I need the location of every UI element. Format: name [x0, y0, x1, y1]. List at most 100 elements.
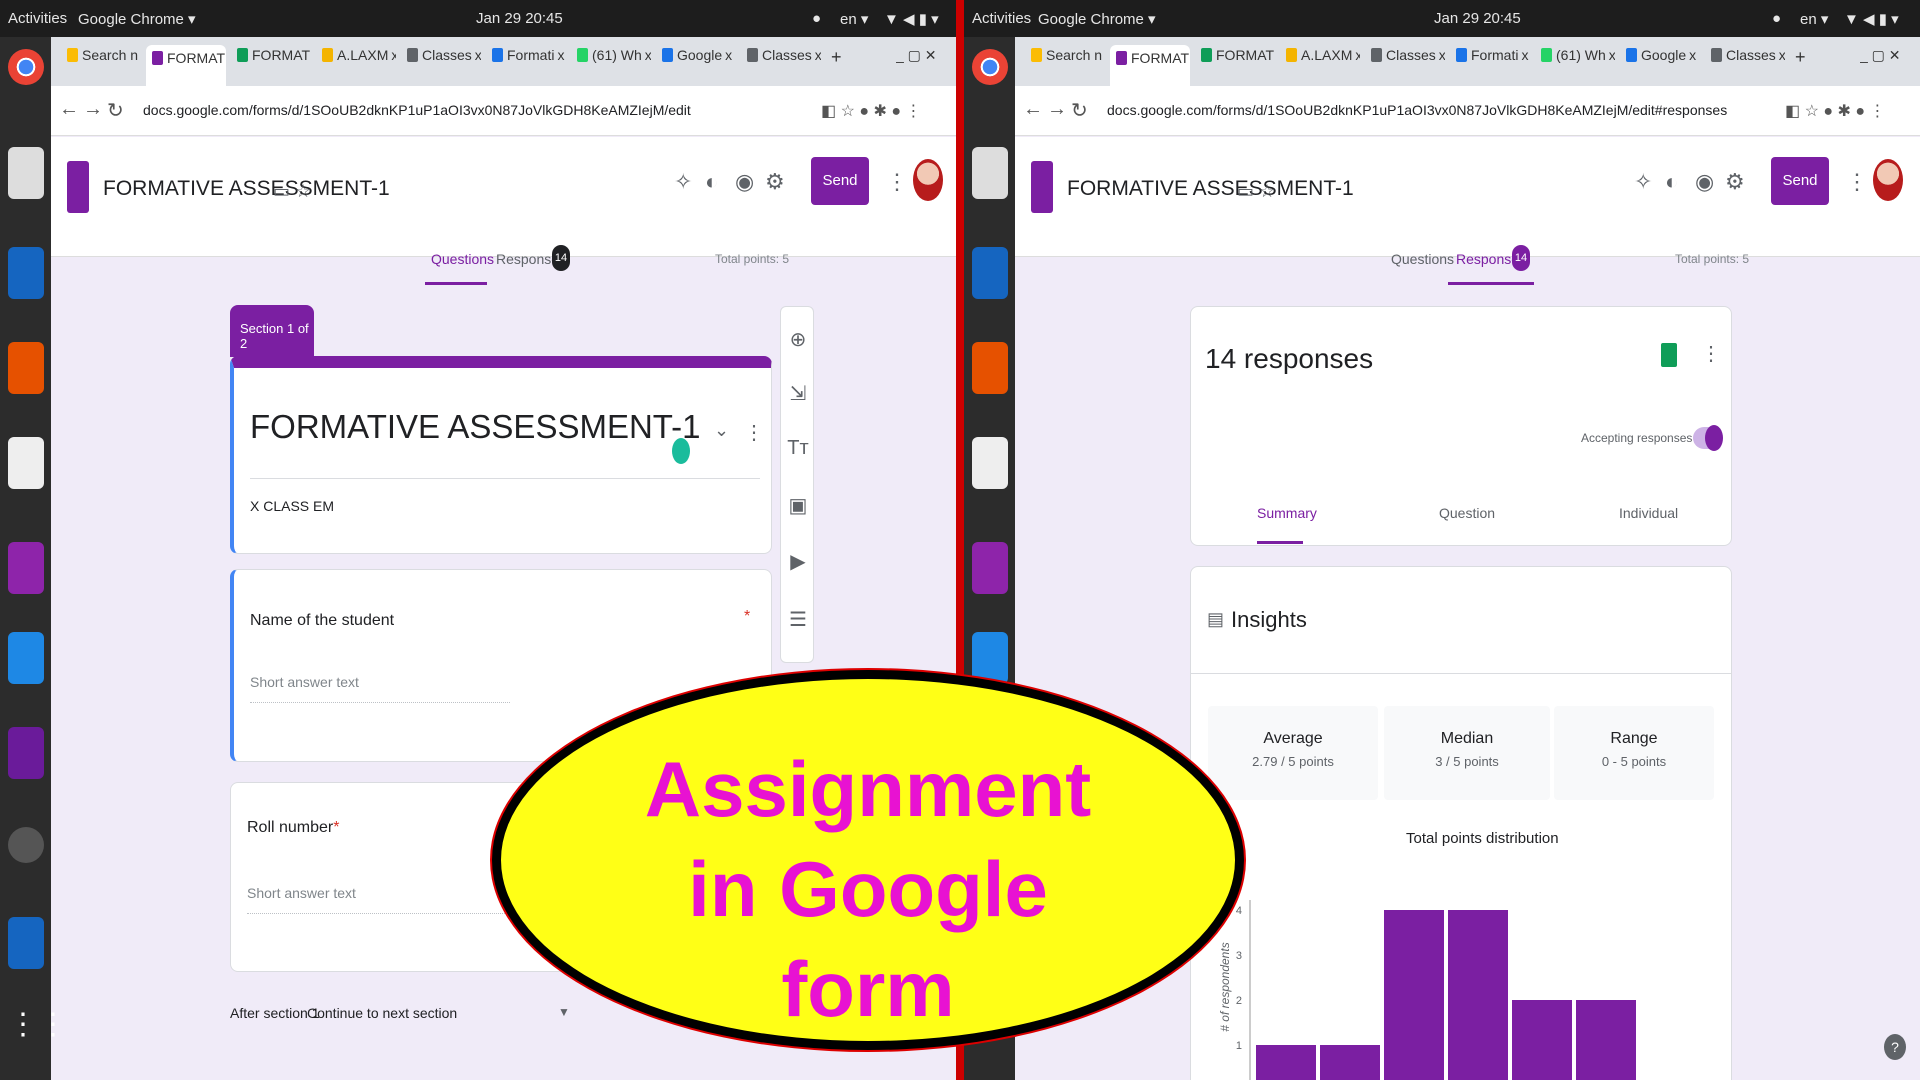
chrome-icon[interactable] [8, 49, 44, 85]
window-controls[interactable]: _ ▢ ✕ [1860, 47, 1920, 77]
folder-star-icons[interactable]: ▭ ☆ [273, 181, 311, 202]
app-menu[interactable]: Google Chrome ▾ [78, 10, 196, 28]
writer-icon[interactable] [972, 247, 1008, 299]
tab-close-icon[interactable]: x [1779, 47, 1785, 63]
chrome-icon[interactable] [972, 49, 1008, 85]
clock[interactable]: Jan 29 20:45 [476, 10, 563, 27]
tab-close-icon[interactable]: x [1689, 47, 1696, 63]
network-icon[interactable]: ● [1772, 10, 1781, 27]
subtab-question[interactable]: Question [1439, 505, 1495, 521]
browser-tab[interactable]: Search nx [1025, 47, 1105, 77]
addon-icon[interactable]: ✧ [674, 169, 692, 195]
accepting-toggle[interactable] [1693, 425, 1723, 451]
collapse-icon[interactable]: ⌄ [714, 420, 729, 441]
add-title-icon[interactable]: Tт [781, 437, 815, 460]
add-video-icon[interactable]: ▶ [781, 549, 815, 574]
browser-tab[interactable]: Classes x [1705, 47, 1785, 77]
clock[interactable]: Jan 29 20:45 [1434, 10, 1521, 27]
reader-icon[interactable] [8, 437, 44, 489]
card-more-icon[interactable]: ⋮ [744, 420, 764, 445]
writer-icon[interactable] [8, 247, 44, 299]
tab-close-icon[interactable]: x [815, 47, 821, 63]
browser-tab[interactable]: (61) Wh x [1535, 47, 1615, 77]
preview-icon[interactable]: ◉ [1695, 169, 1714, 195]
files-icon[interactable] [972, 147, 1008, 199]
browser-tab-active[interactable]: FORMATx [1110, 45, 1190, 86]
extension-icons[interactable]: ◧ ☆ ● ✱ ● ⋮ [821, 101, 921, 121]
browser-tab[interactable]: Classes x [401, 47, 481, 77]
more-menu-icon[interactable]: ⋮ [886, 169, 908, 195]
addon-icon[interactable]: ✧ [1634, 169, 1652, 195]
form-title[interactable]: FORMATIVE ASSESSMENT-1 [103, 177, 390, 201]
tab-close-icon[interactable]: x [391, 47, 396, 63]
question-label[interactable]: Roll number* [247, 819, 340, 837]
settings-icon[interactable]: ⚙ [1725, 169, 1745, 195]
url-field[interactable]: docs.google.com/forms/d/1SOoUB2dknKP1uP1… [1107, 102, 1727, 118]
activities-button[interactable]: Activities [8, 10, 67, 27]
system-status-icons[interactable]: ▼ ◀ ▮ ▾ [884, 10, 939, 28]
video-player-icon[interactable] [972, 542, 1008, 594]
reload-icon[interactable]: ↻ [1071, 98, 1088, 123]
add-image-icon[interactable]: ▣ [781, 493, 815, 518]
preview-icon[interactable]: ◉ [735, 169, 754, 195]
subtab-summary[interactable]: Summary [1257, 505, 1317, 521]
tab-close-icon[interactable]: x [557, 47, 564, 63]
browser-tab[interactable]: Classes x [741, 47, 821, 77]
more-menu-icon[interactable]: ⋮ [1846, 169, 1868, 195]
forward-icon[interactable]: → [83, 98, 103, 121]
tab-close-icon[interactable]: x [1609, 47, 1615, 63]
zoom-icon[interactable] [8, 632, 44, 684]
forms-logo-icon[interactable] [1031, 161, 1053, 213]
tab-close-icon[interactable]: x [1521, 47, 1528, 63]
extension-icons[interactable]: ◧ ☆ ● ✱ ● ⋮ [1785, 101, 1885, 121]
network-icon[interactable]: ● [812, 10, 821, 27]
help-icon[interactable]: ? [1884, 1034, 1906, 1060]
browser-tab[interactable]: A.LAXM x [316, 47, 396, 77]
browser-tab[interactable]: Formati x [1450, 47, 1530, 77]
zoom-icon[interactable] [972, 632, 1008, 684]
browser-tab[interactable]: Classes x [1365, 47, 1445, 77]
transfer-icon[interactable] [8, 917, 44, 969]
avatar[interactable] [913, 159, 943, 201]
software-store-icon[interactable] [8, 827, 44, 863]
grammarly-icon[interactable] [672, 438, 690, 464]
files-icon[interactable] [8, 147, 44, 199]
app-menu[interactable]: Google Chrome ▾ [1038, 10, 1156, 28]
browser-tab[interactable]: FORMATx [1195, 47, 1275, 77]
add-section-icon[interactable]: ☰ [781, 607, 815, 632]
forms-logo-icon[interactable] [67, 161, 89, 213]
impress-icon[interactable] [972, 342, 1008, 394]
app-grid-icon[interactable]: ⋮⋮ [8, 1007, 68, 1059]
reader-icon[interactable] [972, 437, 1008, 489]
tab-close-icon[interactable]: x [1439, 47, 1445, 63]
subtab-individual[interactable]: Individual [1619, 505, 1678, 521]
reload-icon[interactable]: ↻ [107, 98, 124, 123]
new-tab-button[interactable]: + [831, 47, 851, 77]
add-question-icon[interactable]: ⊕ [781, 327, 815, 352]
browser-tab[interactable]: (61) Wh x [571, 47, 651, 77]
avatar[interactable] [1873, 159, 1903, 201]
video-player-icon[interactable] [8, 542, 44, 594]
sheets-link-icon[interactable] [1661, 343, 1677, 367]
url-field[interactable]: docs.google.com/forms/d/1SOoUB2dknKP1uP1… [143, 102, 691, 118]
browser-tab[interactable]: Google x [656, 47, 736, 77]
language-menu[interactable]: en ▾ [840, 10, 868, 28]
back-icon[interactable]: ← [59, 98, 79, 121]
send-button[interactable]: Send [1771, 157, 1829, 205]
browser-tab[interactable]: FORMATx [231, 47, 311, 77]
question-label[interactable]: Name of the student [250, 612, 394, 630]
tab-close-icon[interactable]: x [1355, 47, 1360, 63]
import-questions-icon[interactable]: ⇲ [781, 381, 815, 406]
browser-tab[interactable]: Formati x [486, 47, 566, 77]
impress-icon[interactable] [8, 342, 44, 394]
palette-icon[interactable]: ◐ [1665, 169, 1678, 195]
forward-icon[interactable]: → [1047, 98, 1067, 121]
tab-questions[interactable]: Questions [1391, 251, 1454, 267]
language-menu[interactable]: en ▾ [1800, 10, 1828, 28]
browser-tab[interactable]: Google x [1620, 47, 1700, 77]
responses-more-icon[interactable]: ⋮ [1701, 341, 1721, 366]
activities-button[interactable]: Activities [972, 10, 1031, 27]
window-controls[interactable]: _ ▢ ✕ [896, 47, 956, 77]
send-button[interactable]: Send [811, 157, 869, 205]
card-description[interactable]: X CLASS EM [250, 498, 334, 514]
